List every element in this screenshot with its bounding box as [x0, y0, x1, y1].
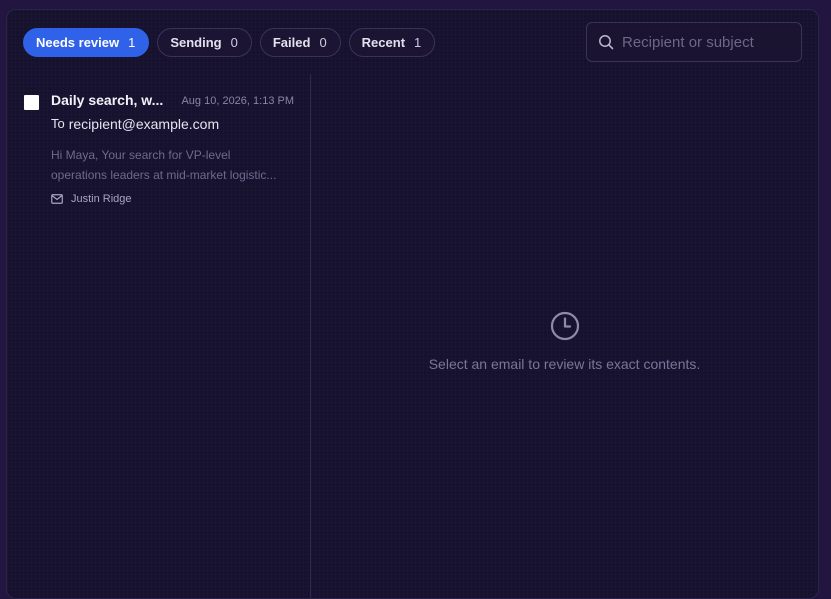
select-checkbox[interactable] [24, 95, 39, 110]
status-tabs: Needs review 1 Sending 0 Failed 0 Recent… [23, 28, 436, 57]
preview-line: operations leaders at mid-market logisti… [51, 168, 277, 182]
empty-state: Select an email to review its exact cont… [311, 310, 818, 372]
email-review-panel: Needs review 1 Sending 0 Failed 0 Recent… [6, 9, 819, 599]
tab-failed[interactable]: Failed 0 [259, 28, 341, 57]
to-label: To [51, 116, 65, 131]
tab-count: 1 [414, 35, 422, 50]
tab-needs-review[interactable]: Needs review 1 [23, 28, 150, 57]
tab-count: 0 [230, 35, 238, 50]
email-list-item[interactable]: Daily search, w... Aug 10, 2026, 1:13 PM… [7, 90, 310, 210]
mail-icon [51, 194, 63, 204]
preview-line: Hi Maya, Your search for VP-level [51, 148, 231, 162]
empty-state-message: Select an email to review its exact cont… [428, 356, 701, 372]
tab-label: Failed [272, 35, 311, 50]
search-input[interactable] [622, 33, 792, 51]
tab-sending[interactable]: Sending 0 [157, 28, 252, 57]
clock-icon [550, 311, 579, 341]
sender-row: Justin Ridge [51, 193, 132, 205]
search-icon [599, 35, 614, 50]
search-box[interactable] [586, 22, 802, 62]
recipient-row: To recipient@example.com [51, 115, 220, 132]
tab-label: Needs review [36, 35, 120, 50]
email-subject: Daily search, w... [51, 92, 164, 108]
tab-label: Sending [170, 35, 222, 50]
tab-count: 1 [128, 35, 136, 50]
tab-count: 0 [319, 35, 327, 50]
sender-name: Justin Ridge [71, 193, 132, 205]
email-date: Aug 10, 2026, 1:13 PM [181, 95, 294, 107]
email-preview: Hi Maya, Your search for VP-level operat… [51, 145, 297, 185]
tab-label: Recent [361, 35, 406, 50]
recipient-email: recipient@example.com [68, 116, 220, 132]
tab-recent[interactable]: Recent 1 [348, 28, 436, 57]
